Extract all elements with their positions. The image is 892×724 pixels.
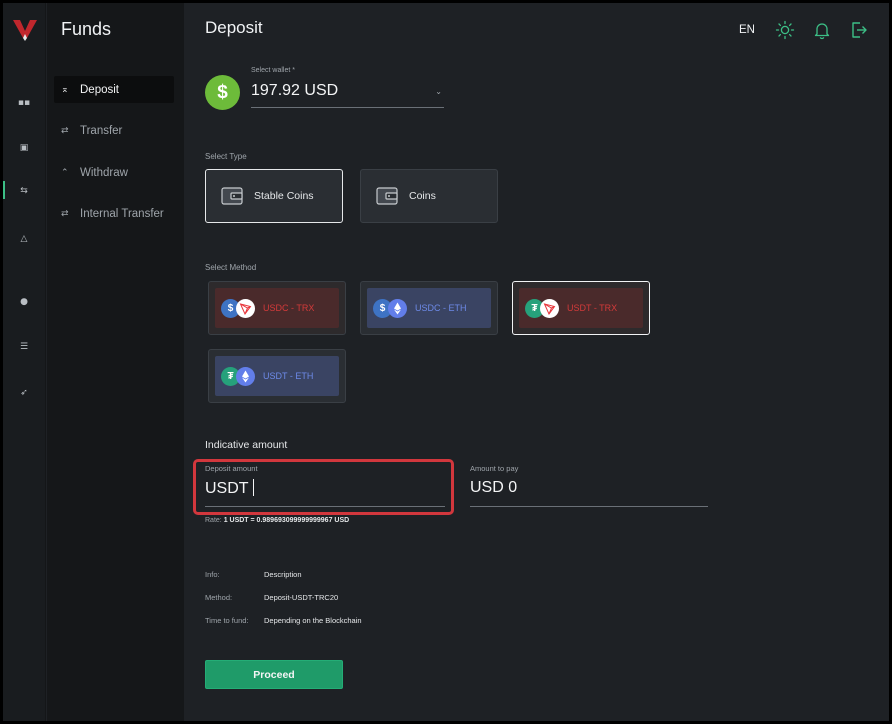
list-icon[interactable]: ☰: [15, 340, 33, 354]
swap-icon: ⇄: [61, 125, 69, 136]
tron-icon: [236, 298, 255, 318]
ethereum-icon: [388, 298, 407, 318]
type-option-coins[interactable]: Coins: [360, 169, 498, 223]
sidebar-item-label: Internal Transfer: [80, 207, 164, 220]
funds-icon[interactable]: ⇆: [15, 184, 33, 198]
main-panel: Deposit EN $ Select wallet * 197.92 USD …: [184, 3, 889, 721]
upload-icon: ⌅: [61, 84, 69, 95]
rate-prefix: Rate:: [205, 517, 222, 524]
select-type-label: Select Type: [205, 152, 247, 161]
deposit-amount-label: Deposit amount: [205, 464, 258, 473]
sidebar-item-label: Withdraw: [80, 166, 128, 179]
time-to-fund-key: Time to fund:: [205, 616, 249, 625]
dashboard-icon[interactable]: ▪▪: [15, 96, 33, 110]
dollar-icon: $: [205, 75, 240, 110]
swap-icon: ⇄: [61, 208, 69, 219]
method-option-usdc-trx[interactable]: $ USDC - TRX: [208, 281, 346, 335]
method-option-label: USDT - ETH: [263, 371, 314, 381]
sidebar-item-label: Deposit: [80, 83, 119, 96]
icon-rail: ▪▪ ▣ ⇆ △ ● ☰ ➶: [3, 3, 46, 721]
sidebar-item-label: Transfer: [80, 124, 123, 137]
profile-icon[interactable]: ●: [15, 295, 33, 309]
deposit-amount-input[interactable]: USDT: [205, 479, 254, 498]
wallet-value: 197.92 USD: [251, 82, 339, 99]
info-value: Description: [264, 570, 302, 579]
rail-active-indicator: [3, 181, 5, 199]
sidebar-item-deposit[interactable]: ⌅ Deposit: [54, 76, 174, 103]
info-key: Info:: [205, 570, 220, 579]
chevron-down-icon: ⌄: [435, 87, 442, 96]
sidebar-title: Funds: [61, 19, 112, 39]
exchange-rate: Rate: 1 USDT = 0.989693099999999967 USD: [205, 517, 349, 524]
download-icon: ⌃: [61, 167, 69, 178]
wallet-label: Select wallet *: [251, 67, 295, 74]
funds-sidebar: Funds ⌅ Deposit ⇄ Transfer ⌃ Withdraw ⇄ …: [47, 3, 184, 721]
time-to-fund-value: Depending on the Blockchain: [264, 616, 362, 625]
page-title: Deposit: [205, 18, 263, 37]
proceed-button[interactable]: Proceed: [205, 660, 343, 689]
text-cursor: [252, 479, 254, 496]
wallet-select[interactable]: 197.92 USD ⌄: [251, 78, 444, 108]
method-option-label: USDT - TRX: [567, 303, 618, 313]
sidebar-item-internal-transfer[interactable]: ⇄ Internal Transfer: [54, 200, 174, 227]
amount-to-pay-label: Amount to pay: [470, 464, 519, 473]
wallet-icon: [221, 187, 243, 205]
bell-icon[interactable]: [812, 20, 832, 40]
type-option-label: Coins: [409, 190, 436, 202]
ethereum-icon: [236, 366, 255, 386]
method-value: Deposit-USDT-TRC20: [264, 593, 339, 602]
deposit-amount-value: USDT: [205, 480, 249, 497]
sidebar-item-withdraw[interactable]: ⌃ Withdraw: [54, 159, 174, 186]
app-window: ▪▪ ▣ ⇆ △ ● ☰ ➶ Funds ⌅ Deposit ⇄ Transfe…: [3, 3, 889, 721]
wallet-icon[interactable]: ▣: [15, 141, 33, 155]
wallet-icon: [376, 187, 398, 205]
type-option-label: Stable Coins: [254, 190, 314, 202]
indicative-amount-title: Indicative amount: [205, 439, 288, 451]
sun-icon[interactable]: [775, 20, 795, 40]
method-option-usdt-eth[interactable]: ₮ USDT - ETH: [208, 349, 346, 403]
trading-icon[interactable]: △: [15, 232, 33, 246]
logout-icon[interactable]: [849, 20, 869, 40]
sidebar-item-transfer[interactable]: ⇄ Transfer: [54, 117, 174, 144]
method-key: Method:: [205, 593, 233, 602]
rate-value: 1 USDT = 0.989693099999999967 USD: [223, 517, 350, 524]
tron-icon: [540, 298, 559, 318]
amount-to-pay-field[interactable]: USD 0: [470, 479, 517, 497]
language-selector[interactable]: EN: [739, 24, 755, 36]
select-method-label: Select Method: [205, 263, 257, 272]
method-option-usdc-eth[interactable]: $ USDC - ETH: [360, 281, 498, 335]
type-option-stable-coins[interactable]: Stable Coins: [205, 169, 343, 223]
method-option-label: USDC - ETH: [415, 303, 467, 313]
method-option-label: USDC - TRX: [263, 303, 315, 313]
method-option-usdt-trx[interactable]: ₮ USDT - TRX: [512, 281, 650, 335]
amount-to-pay-underline: [470, 506, 708, 507]
rocket-icon[interactable]: ➶: [15, 386, 33, 400]
brand-logo[interactable]: [12, 17, 38, 43]
deposit-amount-underline: [205, 506, 445, 507]
